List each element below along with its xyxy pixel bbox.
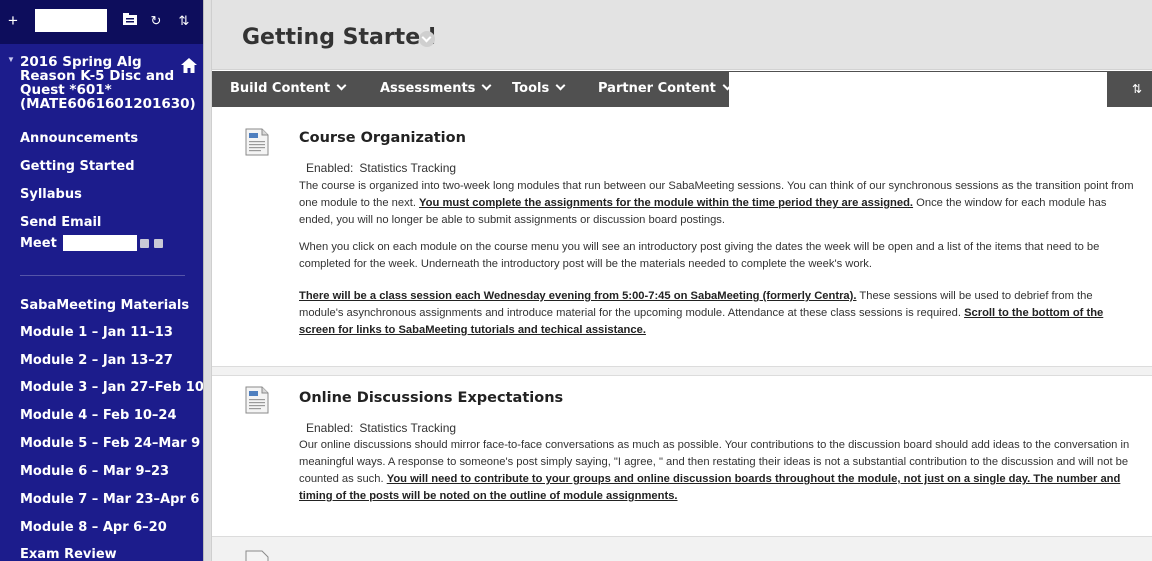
emphasized-text: You must complete the assignments for th… <box>419 197 914 209</box>
settings-icon[interactable] <box>154 239 163 248</box>
course-title[interactable]: 2016 Spring Alg Reason K-5 Disc and Ques… <box>20 55 196 111</box>
tracking-status: Enabled: Statistics Tracking <box>306 421 456 435</box>
sidebar-item-send-email[interactable]: Send Email <box>20 215 101 230</box>
add-menu-item-button[interactable]: + <box>8 11 18 31</box>
item-separator <box>212 536 1152 561</box>
sidebar-item-module-6[interactable]: Module 6 – Mar 9–23 <box>20 464 169 479</box>
sidebar-item-module-4[interactable]: Module 4 – Feb 10–24 <box>20 408 177 423</box>
tools-menu[interactable]: Tools <box>512 71 566 107</box>
chevron-down-icon <box>481 80 492 91</box>
assessments-menu[interactable]: Assessments <box>380 71 492 107</box>
content-item-course-organization: Course Organization Enabled: Statistics T… <box>212 108 1152 366</box>
sidebar-item-module-3[interactable]: Module 3 – Jan 27–Feb 10 <box>20 380 203 395</box>
item-separator <box>212 366 1152 376</box>
sidebar-item-announcements[interactable]: Announcements <box>20 131 138 146</box>
document-icon <box>245 128 269 156</box>
sidebar-item-syllabus[interactable]: Syllabus <box>20 187 82 202</box>
chevron-down-icon <box>336 80 347 91</box>
page-title: Getting Started <box>242 25 436 50</box>
sidebar-item-exam-review[interactable]: Exam Review <box>20 547 117 561</box>
enabled-value: Statistics Tracking <box>359 421 457 435</box>
sidebar-search-input[interactable] <box>35 9 107 32</box>
item-paragraph: Our online discussions should mirror fac… <box>299 437 1137 505</box>
sidebar-item-sabameeting-materials[interactable]: SabaMeeting Materials <box>20 298 189 313</box>
enabled-label: Enabled: <box>306 421 354 435</box>
sidebar-resize-handle[interactable] <box>203 0 212 561</box>
sidebar-item-module-7[interactable]: Module 7 – Mar 23–Apr 6 <box>20 492 199 507</box>
item-paragraph: There will be a class session each Wedne… <box>299 288 1137 339</box>
item-paragraph: The course is organized into two-week lo… <box>299 178 1137 229</box>
enabled-value: Statistics Tracking <box>359 161 457 175</box>
emphasized-text: You will need to contribute to your grou… <box>299 473 1121 502</box>
edit-icon[interactable] <box>140 239 149 248</box>
action-bar: Build Content Assessments Tools Partner … <box>212 71 1152 107</box>
sort-icon[interactable]: ⇅ <box>174 12 194 30</box>
sidebar-item-meet[interactable]: Meet <box>20 236 57 251</box>
sidebar-item-module-8[interactable]: Module 8 – Apr 6–20 <box>20 520 167 535</box>
collapse-triangle-icon[interactable]: ▼ <box>7 55 15 64</box>
sidebar-item-module-5[interactable]: Module 5 – Feb 24–Mar 9 <box>20 436 200 451</box>
enabled-label: Enabled: <box>306 161 354 175</box>
refresh-icon[interactable]: ↻ <box>146 12 166 30</box>
content-item-online-discussions: Online Discussions Expectations Enabled:… <box>212 376 1152 536</box>
title-options-chevron-icon[interactable] <box>419 31 435 47</box>
sidebar-divider <box>20 275 185 276</box>
sidebar-item-module-2[interactable]: Module 2 – Jan 13–27 <box>20 353 173 368</box>
tracking-status: Enabled: Statistics Tracking <box>306 161 456 175</box>
assessments-label: Assessments <box>380 81 476 96</box>
build-content-menu[interactable]: Build Content <box>230 71 347 107</box>
document-icon <box>245 386 269 414</box>
course-menu-sidebar: + ↻ ⇅ ▼ 2016 Spring Alg Reason K-5 Disc … <box>0 0 203 561</box>
toolbar-blank-area <box>729 72 1107 107</box>
sidebar-item-module-1[interactable]: Module 1 – Jan 11–13 <box>20 325 173 340</box>
sidebar-item-getting-started[interactable]: Getting Started <box>20 159 135 174</box>
emphasized-text: There will be a class session each Wedne… <box>299 290 857 302</box>
reorder-icon[interactable]: ⇅ <box>1132 71 1142 107</box>
build-content-label: Build Content <box>230 81 331 96</box>
partner-content-label: Partner Content <box>598 81 716 96</box>
home-icon[interactable] <box>181 58 197 73</box>
tools-label: Tools <box>512 81 550 96</box>
page-header: Getting Started <box>212 0 1152 70</box>
item-paragraph: When you click on each module on the cou… <box>299 241 1100 270</box>
folder-view-icon[interactable] <box>120 12 140 30</box>
chevron-down-icon <box>555 80 566 91</box>
document-icon <box>245 550 269 561</box>
redacted-name <box>63 235 137 251</box>
sidebar-toolbar: + ↻ ⇅ <box>0 0 203 44</box>
content-area: Getting Started Build Content Assessment… <box>212 0 1152 561</box>
item-title[interactable]: Online Discussions Expectations <box>299 390 563 406</box>
partner-content-menu[interactable]: Partner Content <box>598 71 733 107</box>
item-title[interactable]: Course Organization <box>299 130 466 146</box>
